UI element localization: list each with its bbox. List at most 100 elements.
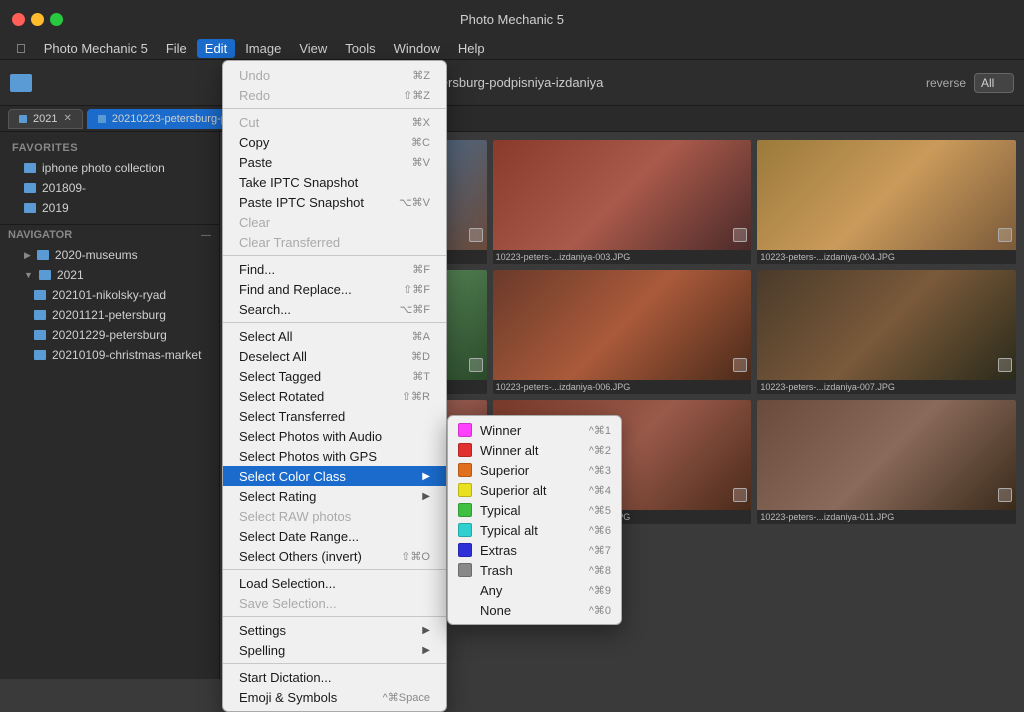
navigator-header: Navigator —	[0, 225, 219, 245]
menu-separator	[223, 663, 446, 664]
menu-item-select-all[interactable]: Select All ⌘A	[223, 326, 446, 346]
menu-item-select-rotated[interactable]: Select Rotated ⇧⌘R	[223, 386, 446, 406]
photo-cell[interactable]: 10223-peters-...izdaniya-003.JPG	[493, 140, 752, 264]
menu-item-cut[interactable]: Cut ⌘X	[223, 112, 446, 132]
menu-item-spelling[interactable]: Spelling ▶	[223, 640, 446, 660]
photo-checkbox[interactable]	[733, 228, 747, 242]
menu-item-select-tagged[interactable]: Select Tagged ⌘T	[223, 366, 446, 386]
color-row-trash[interactable]: Trash ^⌘8	[448, 560, 621, 580]
toolbar-title-area: 20210223-petersburg-podpisniya-izdaniya	[46, 75, 918, 90]
color-row-extras[interactable]: Extras ^⌘7	[448, 540, 621, 560]
fullscreen-button[interactable]	[50, 13, 63, 26]
sidebar-item-20201121[interactable]: 20201121-petersburg	[0, 305, 219, 325]
photo-checkbox[interactable]	[998, 488, 1012, 502]
menu-item-select-gps[interactable]: Select Photos with GPS	[223, 446, 446, 466]
minimize-button[interactable]	[31, 13, 44, 26]
menu-item-undo[interactable]: Undo ⌘Z	[223, 65, 446, 85]
photomechanic-menu[interactable]: Photo Mechanic 5	[36, 39, 156, 58]
menu-item-copy[interactable]: Copy ⌘C	[223, 132, 446, 152]
menu-item-redo[interactable]: Redo ⇧⌘Z	[223, 85, 446, 105]
color-row-typical-alt[interactable]: Typical alt ^⌘6	[448, 520, 621, 540]
menu-item-clear-transferred[interactable]: Clear Transferred	[223, 232, 446, 252]
menu-item-select-color-class[interactable]: Select Color Class ▶	[223, 466, 446, 486]
window-menu[interactable]: Window	[386, 39, 448, 58]
color-row-superior-alt[interactable]: Superior alt ^⌘4	[448, 480, 621, 500]
edit-menu-item[interactable]: Edit	[197, 39, 235, 58]
tab-close-icon[interactable]: ✕	[63, 113, 71, 124]
menu-item-paste[interactable]: Paste ⌘V	[223, 152, 446, 172]
reverse-select[interactable]: All	[974, 73, 1014, 93]
photo-checkbox[interactable]	[998, 228, 1012, 242]
sidebar-item-label: 2021	[57, 268, 84, 282]
apple-menu[interactable]: 	[8, 39, 34, 58]
view-menu[interactable]: View	[291, 39, 335, 58]
color-shortcut: ^⌘1	[589, 424, 611, 437]
photo-cell[interactable]: 10223-peters-...izdaniya-011.JPG	[757, 400, 1016, 524]
menu-item-select-transferred[interactable]: Select Transferred	[223, 406, 446, 426]
superior-swatch	[458, 463, 472, 477]
chevron-right-icon: ▶	[24, 250, 31, 261]
menu-item-select-date-range[interactable]: Select Date Range...	[223, 526, 446, 546]
photo-cell[interactable]: 10223-peters-...izdaniya-007.JPG	[757, 270, 1016, 394]
menu-item-select-others[interactable]: Select Others (invert) ⇧⌘O	[223, 546, 446, 566]
submenu-arrow-icon: ▶	[422, 625, 430, 636]
photo-checkbox[interactable]	[733, 358, 747, 372]
menu-item-clear[interactable]: Clear	[223, 212, 446, 232]
photo-checkbox[interactable]	[469, 358, 483, 372]
tools-menu[interactable]: Tools	[337, 39, 383, 58]
photo-checkbox[interactable]	[469, 228, 483, 242]
menu-item-find-replace[interactable]: Find and Replace... ⇧⌘F	[223, 279, 446, 299]
help-menu[interactable]: Help	[450, 39, 493, 58]
menu-item-search[interactable]: Search... ⌥⌘F	[223, 299, 446, 319]
menu-item-select-rating[interactable]: Select Rating ▶	[223, 486, 446, 506]
menu-item-emoji[interactable]: Emoji & Symbols ^⌘Space	[223, 687, 446, 707]
file-menu[interactable]: File	[158, 39, 195, 58]
sidebar-item-label: iphone photo collection	[42, 161, 165, 175]
photo-checkbox[interactable]	[998, 358, 1012, 372]
menu-separator	[223, 569, 446, 570]
sidebar-item-2020-museums[interactable]: ▶ 2020-museums	[0, 245, 219, 265]
menu-item-paste-iptc[interactable]: Paste IPTC Snapshot ⌥⌘V	[223, 192, 446, 212]
color-row-none[interactable]: None ^⌘0	[448, 600, 621, 620]
sidebar-item-christmas[interactable]: 20210109-christmas-market	[0, 345, 219, 365]
sidebar-item-2021[interactable]: ▼ 2021	[0, 265, 219, 285]
color-shortcut: ^⌘9	[589, 584, 611, 597]
close-button[interactable]	[12, 13, 25, 26]
menu-item-settings[interactable]: Settings ▶	[223, 620, 446, 640]
navigator-collapse-button[interactable]: —	[201, 230, 211, 241]
menubar:  Photo Mechanic 5 File Edit Image View …	[0, 38, 1024, 60]
menu-item-deselect-all[interactable]: Deselect All ⌘D	[223, 346, 446, 366]
menu-item-save-selection[interactable]: Save Selection...	[223, 593, 446, 613]
tab-folder-icon-active	[98, 115, 106, 123]
color-row-winner[interactable]: Winner ^⌘1	[448, 420, 621, 440]
sidebar: Favorites iphone photo collection 201809…	[0, 132, 220, 679]
sidebar-item-nikolsky[interactable]: 202101-nikolsky-ryad	[0, 285, 219, 305]
winner-alt-swatch	[458, 443, 472, 457]
menu-item-select-raw[interactable]: Select RAW photos	[223, 506, 446, 526]
image-menu[interactable]: Image	[237, 39, 289, 58]
color-row-any[interactable]: Any ^⌘9	[448, 580, 621, 600]
photo-thumbnail	[757, 140, 1016, 250]
sidebar-item-201809[interactable]: 201809-	[0, 178, 219, 198]
color-row-superior[interactable]: Superior ^⌘3	[448, 460, 621, 480]
tab-2021[interactable]: 2021 ✕	[8, 109, 83, 129]
color-label: Trash	[480, 563, 581, 578]
sidebar-item-iphone[interactable]: iphone photo collection	[0, 158, 219, 178]
menu-item-find[interactable]: Find... ⌘F	[223, 259, 446, 279]
color-row-winner-alt[interactable]: Winner alt ^⌘2	[448, 440, 621, 460]
sidebar-item-20201229[interactable]: 20201229-petersburg	[0, 325, 219, 345]
menu-item-select-audio[interactable]: Select Photos with Audio	[223, 426, 446, 446]
menu-item-start-dictation[interactable]: Start Dictation...	[223, 667, 446, 687]
menu-item-take-iptc[interactable]: Take IPTC Snapshot	[223, 172, 446, 192]
menu-item-load-selection[interactable]: Load Selection...	[223, 573, 446, 593]
photo-cell[interactable]: 10223-peters-...izdaniya-006.JPG	[493, 270, 752, 394]
photo-checkbox[interactable]	[733, 488, 747, 502]
submenu-arrow-icon: ▶	[422, 645, 430, 656]
color-row-typical[interactable]: Typical ^⌘5	[448, 500, 621, 520]
favorites-section: Favorites iphone photo collection 201809…	[0, 132, 219, 224]
photo-cell[interactable]: 10223-peters-...izdaniya-004.JPG	[757, 140, 1016, 264]
folder-icon	[24, 203, 36, 213]
color-shortcut: ^⌘7	[589, 544, 611, 557]
sidebar-item-2019[interactable]: 2019	[0, 198, 219, 218]
color-label: Superior	[480, 463, 581, 478]
